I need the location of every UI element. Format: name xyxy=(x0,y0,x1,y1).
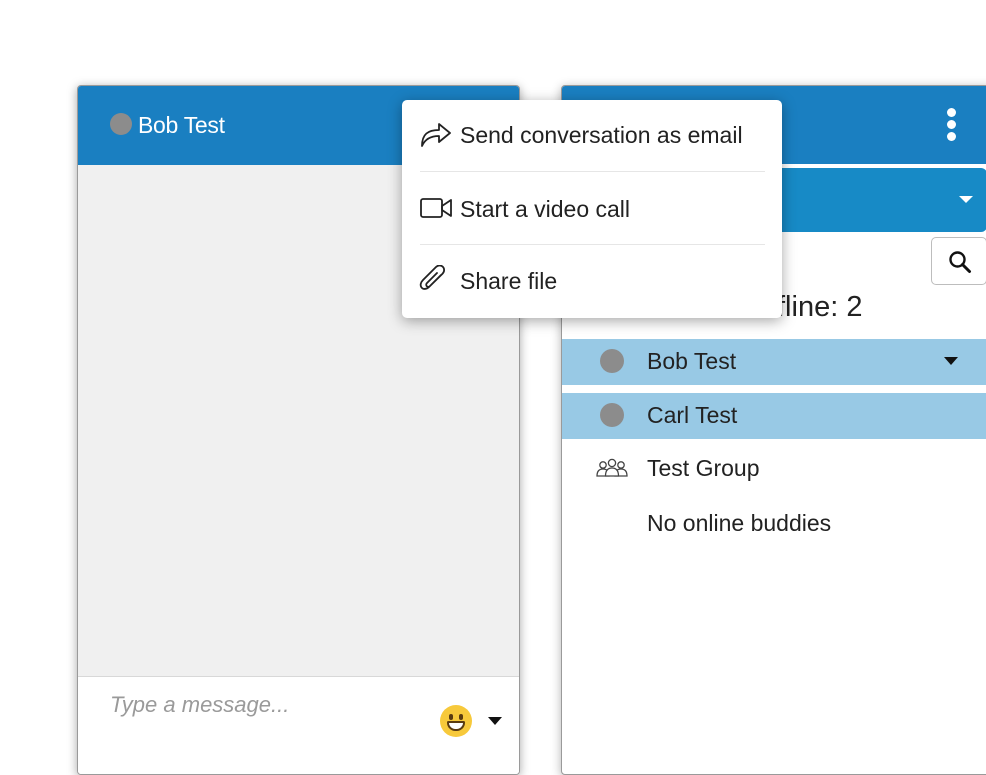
kebab-dot xyxy=(947,132,956,141)
conversation-options-menu: Send conversation as email Start a video… xyxy=(402,100,782,318)
caret-down-icon[interactable] xyxy=(488,717,502,725)
buddy-name: Carl Test xyxy=(647,402,738,428)
paperclip-icon xyxy=(419,265,446,290)
menu-item-video-call[interactable]: Start a video call xyxy=(402,172,782,244)
menu-item-label: Send conversation as email xyxy=(460,122,743,148)
video-camera-icon xyxy=(420,198,452,218)
search-icon xyxy=(949,251,971,273)
offline-status-icon xyxy=(110,113,132,135)
emoji-icon[interactable] xyxy=(440,705,472,737)
message-input[interactable] xyxy=(108,685,408,725)
emoji-eye xyxy=(459,714,463,720)
offline-count: fline: 2 xyxy=(777,291,863,323)
buddy-row-carl-test[interactable]: Carl Test xyxy=(562,393,986,439)
emoji-mouth xyxy=(447,721,465,731)
group-row-test-group[interactable]: Test Group xyxy=(562,446,986,492)
menu-item-label: Start a video call xyxy=(460,196,631,222)
chat-title: Bob Test xyxy=(138,112,225,138)
group-name: Test Group xyxy=(647,455,760,481)
more-options-icon[interactable] xyxy=(940,106,964,144)
search-button[interactable] xyxy=(931,237,986,285)
caret-down-icon xyxy=(959,196,973,203)
emoji-eye xyxy=(449,714,453,720)
buddy-name: Bob Test xyxy=(647,348,737,374)
kebab-dot xyxy=(947,120,956,129)
message-composer xyxy=(78,676,519,774)
offline-status-icon xyxy=(600,349,624,373)
kebab-dot xyxy=(947,108,956,117)
menu-item-share-file[interactable]: Share file xyxy=(402,245,782,317)
share-arrow-icon xyxy=(421,123,451,147)
menu-item-label: Share file xyxy=(460,268,558,294)
group-icon xyxy=(596,458,628,477)
caret-down-icon[interactable] xyxy=(944,357,958,365)
offline-status-icon xyxy=(600,403,624,427)
empty-state-message: No online buddies xyxy=(647,510,832,536)
buddy-row-bob-test[interactable]: Bob Test xyxy=(562,339,986,385)
menu-item-send-email[interactable]: Send conversation as email xyxy=(402,100,782,172)
